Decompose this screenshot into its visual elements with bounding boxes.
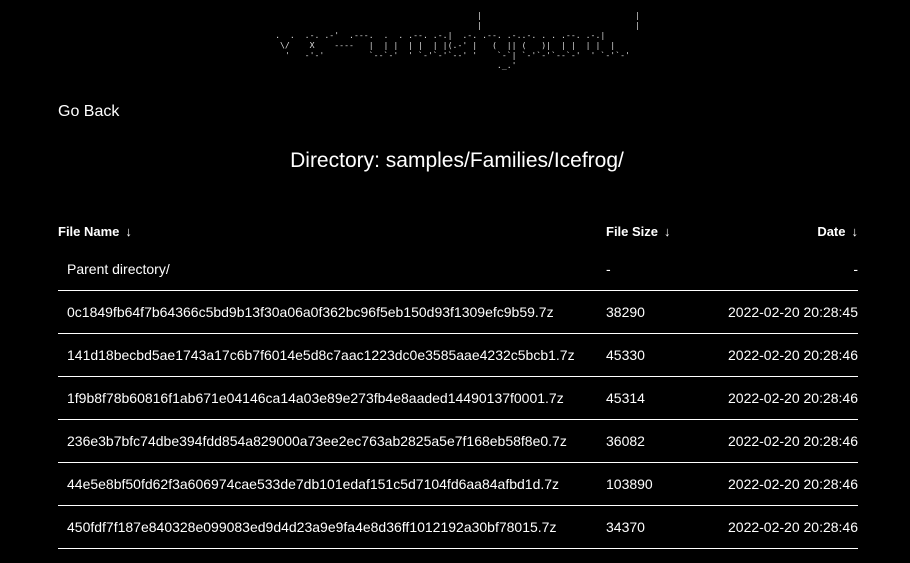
- table-row[interactable]: 236e3b7bfc74dbe394fdd854a829000a73ee2ec7…: [58, 419, 858, 463]
- parent-directory-row[interactable]: Parent directory/ - -: [58, 248, 858, 291]
- sort-arrow-icon: ↓: [125, 224, 132, 239]
- site-logo[interactable]: | | | | . . .-. .-' .---. . . .--. .-.| …: [0, 0, 910, 100]
- directory-title: Directory: samples/Families/Icefrog/: [290, 149, 624, 172]
- ascii-art-logo: | | | | . . .-. .-' .---. . . .--. .-.| …: [275, 10, 640, 70]
- page: | | | | . . .-. .-' .---. . . .--. .-.| …: [0, 0, 910, 563]
- column-header-file-size[interactable]: File Size ↓: [606, 215, 724, 248]
- file-name-link[interactable]: 141d18becbd5ae1743a17c6b7f6014e5d8c7aac1…: [67, 347, 575, 363]
- column-header-file-name[interactable]: File Name ↓: [58, 215, 606, 248]
- file-size: 103890: [606, 462, 724, 506]
- file-date: -: [724, 248, 858, 291]
- file-name-link[interactable]: 1f9b8f78b60816f1ab671e04146ca14a03e89e27…: [67, 390, 564, 406]
- file-date: 2022-02-20 20:28:46: [724, 333, 858, 377]
- sort-arrow-icon: ↓: [664, 224, 671, 239]
- file-size: 34370: [606, 505, 724, 549]
- file-date: 2022-02-20 20:28:46: [724, 462, 858, 506]
- table-row[interactable]: 141d18becbd5ae1743a17c6b7f6014e5d8c7aac1…: [58, 333, 858, 377]
- file-date: 2022-02-20 20:28:45: [724, 290, 858, 334]
- file-date: 2022-02-20 20:28:46: [724, 376, 858, 420]
- file-name-link[interactable]: 236e3b7bfc74dbe394fdd854a829000a73ee2ec7…: [67, 433, 567, 449]
- go-back-link[interactable]: Go Back: [58, 103, 119, 121]
- file-size: -: [606, 248, 724, 291]
- table-row[interactable]: 44e5e8bf50fd62f3a606974cae533de7db101eda…: [58, 462, 858, 506]
- file-size: 38290: [606, 290, 724, 334]
- file-table: File Name ↓ File Size ↓ Date ↓ Parent direc…: [58, 215, 858, 549]
- table-row[interactable]: 450fdf7f187e840328e099083ed9d4d23a9e9fa4…: [58, 505, 858, 549]
- file-name-link[interactable]: 450fdf7f187e840328e099083ed9d4d23a9e9fa4…: [67, 519, 556, 535]
- file-size: 45314: [606, 376, 724, 420]
- file-size: 36082: [606, 419, 724, 463]
- table-row[interactable]: 1f9b8f78b60816f1ab671e04146ca14a03e89e27…: [58, 376, 858, 420]
- column-header-date[interactable]: Date ↓: [724, 215, 858, 248]
- parent-directory-link[interactable]: Parent directory/: [67, 261, 170, 277]
- sort-arrow-icon: ↓: [851, 224, 859, 239]
- file-name-link[interactable]: 44e5e8bf50fd62f3a606974cae533de7db101eda…: [67, 476, 559, 492]
- file-size: 45330: [606, 333, 724, 377]
- table-header-row: File Name ↓ File Size ↓ Date ↓: [58, 215, 858, 248]
- file-date: 2022-02-20 20:28:46: [724, 419, 858, 463]
- table-row[interactable]: 0c1849fb64f7b64366c5bd9b13f30a06a0f362bc…: [58, 290, 858, 334]
- file-date: 2022-02-20 20:28:46: [724, 505, 858, 549]
- file-name-link[interactable]: 0c1849fb64f7b64366c5bd9b13f30a06a0f362bc…: [67, 304, 554, 320]
